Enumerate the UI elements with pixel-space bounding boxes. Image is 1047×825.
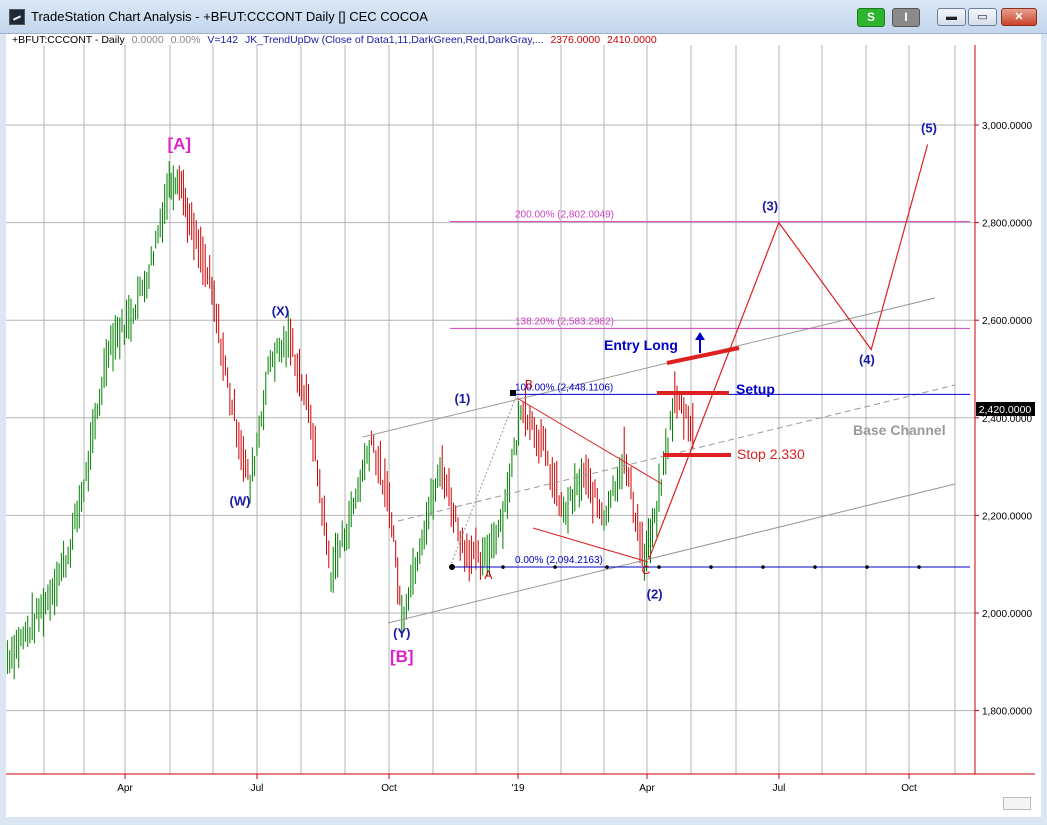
wave-label: (2) (647, 586, 663, 601)
minimize-button[interactable]: ▬ (937, 8, 966, 26)
x-tick-label: '19 (511, 783, 524, 794)
x-tick-label: Jul (773, 783, 786, 794)
fib-dot (605, 565, 609, 569)
x-tick-label: Apr (117, 783, 133, 794)
indicator-button[interactable]: I (892, 8, 920, 27)
fib-dot (709, 565, 713, 569)
wave-label: C (642, 563, 651, 577)
fib-dot (917, 565, 921, 569)
wave-label: B (525, 378, 533, 392)
fib-dot (761, 565, 765, 569)
last-price-marker: 2,420.0000 (976, 402, 1035, 416)
indicator-label: JK_TrendUpDw (Close of Data1,11,DarkGree… (244, 34, 544, 46)
fib-dot (865, 565, 869, 569)
wave-label: A (484, 568, 492, 582)
y-axis: 3,000.00002,800.00002,600.00002,400.0000… (975, 121, 1032, 718)
fib-dot (501, 565, 505, 569)
fib-label: 200.00% (2,802.0049) (515, 210, 614, 221)
wave-label: (X) (272, 303, 289, 318)
x-axis: Apr Jul Oct '19 Apr Jul Oct (117, 774, 917, 794)
title-bar: TradeStation Chart Analysis - +BFUT:CCCO… (0, 0, 1047, 34)
pivot-marker (510, 390, 516, 396)
scroll-grip[interactable] (1003, 797, 1031, 810)
strategy-button[interactable]: S (857, 8, 885, 27)
y-tick-label: 1,800.0000 (982, 707, 1032, 718)
wave-label: (1) (454, 391, 470, 406)
symbol-label: +BFUT:CCCONT - Daily (12, 34, 125, 46)
price-chart[interactable]: 3,000.00002,800.00002,600.00002,400.0000… (0, 34, 1047, 825)
stop-label: Stop 2.330 (737, 446, 805, 462)
x-tick-label: Oct (901, 783, 917, 794)
fib-label: 0.00% (2,094.2163) (515, 555, 603, 566)
wave-label: [B] (390, 647, 414, 666)
x-tick-label: Oct (381, 783, 397, 794)
fib-label: 138.20% (2,583.2982) (515, 316, 614, 327)
y-tick-label: 2,200.0000 (982, 511, 1032, 522)
wave-label: [A] (167, 134, 191, 153)
x-tick-label: Apr (639, 783, 655, 794)
y-tick-label: 2,000.0000 (982, 609, 1032, 620)
maximize-button[interactable]: ▭ (968, 8, 997, 26)
change-value: 0.0000 (131, 34, 164, 46)
chart-area[interactable]: 3,000.0000 2,800.0000 2,600.0000 2,400.0000… (0, 34, 1047, 825)
wave-label: (4) (859, 352, 875, 367)
y-tick-label: 2,600.0000 (982, 316, 1032, 327)
x-tick-label: Jul (251, 783, 264, 794)
entry-long-label: Entry Long (604, 337, 678, 353)
wave-label: (3) (762, 198, 778, 213)
setup-label: Setup (736, 381, 775, 397)
window-title: TradeStation Chart Analysis - +BFUT:CCCO… (31, 9, 428, 24)
close-button[interactable]: ✕ (1001, 8, 1037, 26)
fib-dot (449, 564, 455, 571)
change-percent: 0.00% (170, 34, 201, 46)
indicator-value-2: 2410.0000 (607, 34, 657, 46)
channel-lower-line (387, 483, 956, 624)
price-bars (6, 161, 694, 680)
y-tick-label: 3,000.0000 (982, 121, 1032, 132)
wave-label: (W) (230, 494, 251, 509)
volume-value: V=142 (207, 34, 239, 46)
indicator-value-1: 2376.0000 (550, 34, 601, 46)
y-tick-label: 2,800.0000 (982, 219, 1032, 230)
fib-dot (657, 565, 661, 569)
base-channel-label: Base Channel (853, 422, 946, 438)
entry-arrow-icon (695, 332, 705, 340)
last-price-label: 2,420.0000 (979, 404, 1032, 416)
chart-info-line: +BFUT:CCCONT - Daily 0.0000 0.00% V=142 … (12, 34, 661, 46)
annotations: Entry Long Setup Stop 2.330 Base Channel (604, 332, 946, 462)
wave-label: (5) (921, 120, 937, 135)
fib-dot (553, 565, 557, 569)
wave-label: (Y) (393, 625, 410, 640)
fib-dot (813, 565, 817, 569)
app-icon (9, 9, 25, 25)
